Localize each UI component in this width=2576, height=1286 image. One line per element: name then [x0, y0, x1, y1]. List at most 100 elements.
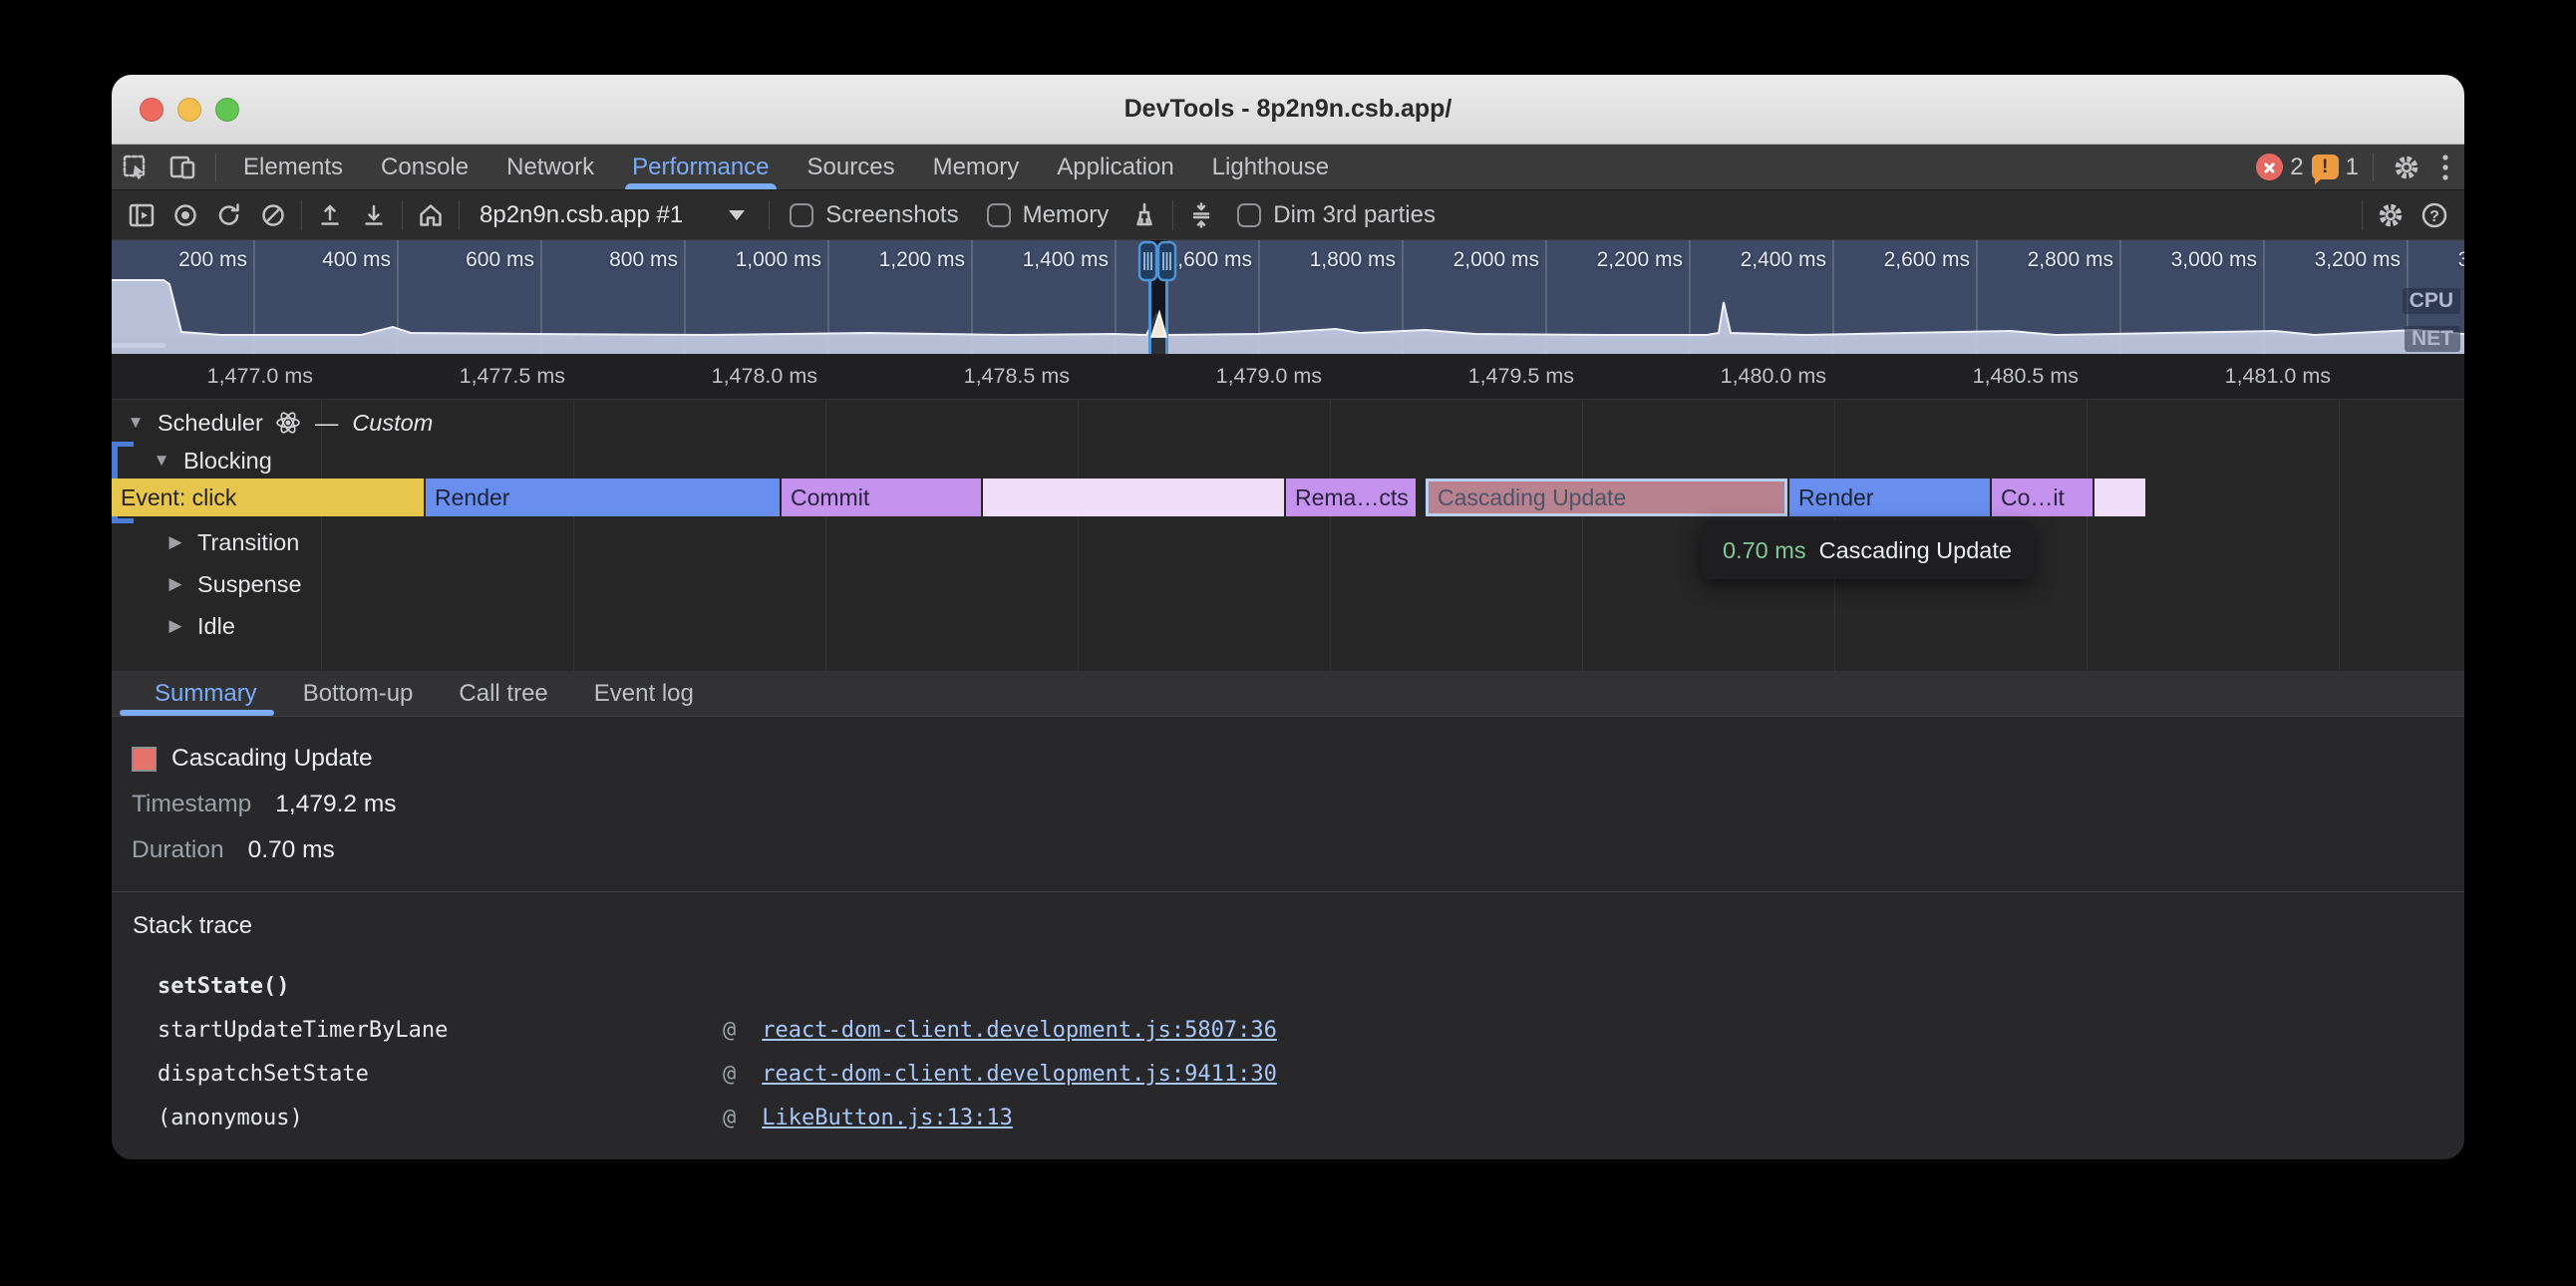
settings-button[interactable]: [2382, 145, 2431, 189]
at-symbol: @: [723, 1018, 736, 1043]
shortcuts-dialog-button[interactable]: [1179, 195, 1223, 235]
warning-icon: !: [2312, 155, 2339, 179]
flame-chart[interactable]: ▼ Scheduler — Custom ▼ Blocking Event: c…: [112, 400, 2464, 671]
home-button[interactable]: [409, 195, 453, 235]
flame-bar-label: Cascading Update: [1438, 484, 1626, 511]
stack-trace-title: Stack trace: [133, 908, 2464, 944]
more-options-button[interactable]: [2431, 145, 2464, 189]
tab-elements[interactable]: Elements: [224, 145, 362, 189]
tab-network[interactable]: Network: [487, 145, 613, 189]
details-tab-call-tree[interactable]: Call tree: [436, 671, 570, 716]
screenshots-checkbox[interactable]: Screenshots: [776, 201, 972, 229]
stack-frame-source-link[interactable]: LikeButton.js:13:13: [762, 1106, 1013, 1130]
react-atom-icon: [275, 410, 301, 436]
collect-garbage-button[interactable]: [1123, 195, 1166, 235]
ruler-tick-label: 1,480.5 ms: [1859, 364, 2079, 389]
flame-bar-label: Render: [1798, 484, 1873, 511]
save-profile-button[interactable]: [352, 195, 396, 235]
summary-row-timestamp: Timestamp1,479.2 ms: [132, 787, 2444, 822]
flame-bar-rema-cts[interactable]: Rema…cts: [1286, 479, 1416, 516]
chevron-expanded-icon[interactable]: ▼: [152, 451, 171, 471]
flame-bar[interactable]: [983, 479, 1284, 516]
flame-bar-commit[interactable]: Commit: [782, 479, 981, 516]
tab-lighthouse[interactable]: Lighthouse: [1193, 145, 1348, 189]
chevron-collapsed-icon[interactable]: ▶: [165, 532, 185, 552]
track-row-blocking[interactable]: ▼ Blocking: [152, 444, 272, 478]
device-toolbar-button[interactable]: [160, 145, 207, 189]
track-header-scheduler[interactable]: ▼ Scheduler — Custom: [126, 406, 433, 440]
details-tab-bottom-up[interactable]: Bottom-up: [280, 671, 437, 716]
ruler-tick-label: 1,479.0 ms: [1103, 364, 1322, 389]
tab-console[interactable]: Console: [362, 145, 487, 189]
flame-bar-cascading-update[interactable]: Cascading Update: [1426, 479, 1787, 516]
flame-bar-label: Commit: [791, 484, 869, 511]
summary-row-label: Duration: [132, 836, 224, 864]
dim-3rd-parties-label: Dim 3rd parties: [1273, 201, 1436, 229]
ruler-tick-label: 1,479.5 ms: [1355, 364, 1574, 389]
svg-text:?: ?: [2429, 208, 2439, 225]
cpu-activity-chart: [112, 240, 2464, 354]
panel-tabs: ElementsConsoleNetworkPerformanceSources…: [224, 145, 1348, 189]
minimize-window-button[interactable]: [177, 98, 201, 122]
clear-button[interactable]: [251, 195, 295, 235]
load-profile-button[interactable]: [308, 195, 352, 235]
tab-application[interactable]: Application: [1038, 145, 1192, 189]
warning-badge[interactable]: ! 1: [2312, 154, 2359, 181]
flame-gridline: [1078, 400, 1079, 671]
error-badge[interactable]: 2: [2256, 154, 2303, 181]
capture-settings-button[interactable]: [2369, 195, 2413, 235]
flame-bar-event-click[interactable]: Event: click: [112, 479, 424, 516]
garbage-collect-broom-icon: [1129, 200, 1159, 230]
tab-memory[interactable]: Memory: [914, 145, 1039, 189]
details-tab-summary[interactable]: Summary: [132, 671, 280, 716]
flame-gridline: [573, 400, 574, 671]
net-track-label: NET: [2405, 326, 2460, 352]
timeline-overview[interactable]: 200 ms400 ms600 ms800 ms1,000 ms1,200 ms…: [112, 240, 2464, 354]
target-selector[interactable]: 8p2n9n.csb.app #1: [466, 201, 763, 229]
flame-bar[interactable]: [2094, 479, 2145, 516]
inspect-element-button[interactable]: [112, 145, 160, 189]
chevron-collapsed-icon[interactable]: ▶: [165, 574, 185, 594]
flame-gridline: [2339, 400, 2340, 671]
device-toolbar-icon: [168, 153, 198, 182]
track-row-suspense[interactable]: ▶Suspense: [165, 567, 302, 601]
tooltip-label: Cascading Update: [1819, 537, 2012, 564]
track-row-label: Idle: [197, 613, 235, 640]
chevron-expanded-icon[interactable]: ▼: [126, 413, 146, 433]
flame-bar-co-it[interactable]: Co…it: [1992, 479, 2093, 516]
track-row-transition[interactable]: ▶Transition: [165, 525, 299, 559]
flame-bar-render[interactable]: Render: [426, 479, 780, 516]
zoom-window-button[interactable]: [215, 98, 239, 122]
target-selector-value: 8p2n9n.csb.app #1: [480, 201, 683, 229]
tab-sources[interactable]: Sources: [789, 145, 914, 189]
tab-performance[interactable]: Performance: [613, 145, 788, 189]
stack-frame-function: startUpdateTimerByLane: [158, 1018, 723, 1043]
details-tab-event-log[interactable]: Event log: [571, 671, 717, 716]
track-row-idle[interactable]: ▶ Idle: [165, 609, 235, 643]
record-button[interactable]: [163, 195, 207, 235]
detail-time-ruler: 1,477.0 ms1,477.5 ms1,478.0 ms1,478.5 ms…: [112, 354, 2464, 400]
stack-frame-source-link[interactable]: react-dom-client.development.js:5807:36: [762, 1018, 1277, 1043]
close-window-button[interactable]: [140, 98, 163, 122]
help-button[interactable]: ?: [2413, 195, 2456, 235]
stack-frame-function: (anonymous): [158, 1106, 723, 1130]
ruler-tick-label: 1,478.0 ms: [598, 364, 817, 389]
flame-bar-render[interactable]: Render: [1789, 479, 1990, 516]
devtools-window: DevTools - 8p2n9n.csb.app/ ElementsConso…: [112, 75, 2464, 1159]
help-icon: ?: [2418, 199, 2450, 231]
separator-dash: —: [315, 410, 339, 437]
stack-frame-source-link[interactable]: react-dom-client.development.js:9411:30: [762, 1062, 1277, 1087]
selection-left-handle[interactable]: [1139, 242, 1156, 280]
toggle-sidebar-button[interactable]: [120, 195, 163, 235]
chevron-collapsed-icon[interactable]: ▶: [165, 616, 185, 636]
summary-event-name: Cascading Update: [171, 745, 373, 773]
memory-checkbox[interactable]: Memory: [973, 201, 1124, 229]
dim-3rd-parties-checkbox[interactable]: Dim 3rd parties: [1223, 201, 1449, 229]
kebab-menu-icon: [2440, 152, 2450, 183]
at-symbol: @: [723, 1062, 736, 1087]
selection-right-handle[interactable]: [1158, 242, 1175, 280]
record-and-reload-button[interactable]: [207, 195, 251, 235]
separator: [301, 200, 302, 230]
checkbox-icon: [987, 203, 1011, 227]
reload-icon: [214, 200, 244, 230]
